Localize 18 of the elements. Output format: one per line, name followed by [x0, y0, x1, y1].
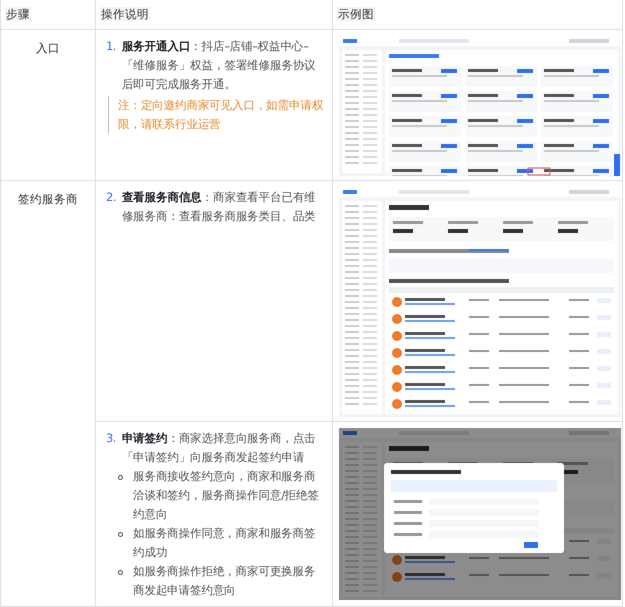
- bullet-text: 如服务商操作同意，商家和服务商签约成功: [133, 525, 316, 562]
- list-number: 3.: [106, 430, 116, 448]
- step-description: 服务开通入口：抖店–店铺–权益中心–「维修服务」权益，签署维修服务协议后即可完成服务开通。: [122, 38, 317, 94]
- step-label: 入口: [35, 40, 61, 58]
- bullet-text: 如服务商操作拒绝，商家可更换服务商发起申请签约意向: [133, 563, 316, 600]
- list-number: 2.: [106, 189, 116, 206]
- step-label: 签约服务商: [17, 191, 79, 208]
- bullet-icon: [118, 570, 123, 576]
- bullet-icon: [118, 532, 123, 538]
- list-number: 1.: [106, 38, 116, 56]
- note-text: 注：定向邀约商家可见入口，如需申请权限，请联系行业运营: [108, 96, 326, 134]
- column-header: 步骤: [5, 7, 31, 21]
- column-header: 操作说明: [100, 7, 150, 21]
- step-description: 查看服务商信息：商家查看平台已有维修服务商：查看服务商服务类目、品类: [122, 189, 317, 226]
- column-header: 示例图: [337, 7, 375, 21]
- bullet-icon: [118, 475, 123, 480]
- bullet-text: 服务商接收签约意向，商家和服务商洽谈和签约，服务商操作同意/拒绝签约意向: [133, 468, 320, 524]
- step-description: 申请签约：商家选择意向服务商，点击「申请签约」向服务商发起签约申请: [122, 430, 317, 466]
